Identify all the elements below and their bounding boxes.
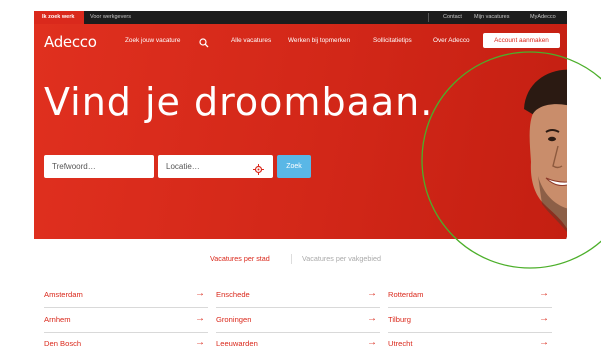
city-name: Groningen [216, 315, 252, 324]
arrow-right-icon: → [367, 337, 377, 348]
city-name: Tilburg [388, 315, 411, 324]
city-name: Utrecht [388, 339, 413, 348]
myadecco-link[interactable]: MyAdecco [530, 11, 556, 24]
tab-vacatures-per-stad[interactable]: Vacatures per stad [210, 254, 270, 263]
location-target-icon[interactable] [253, 161, 264, 175]
city-name: Arnhem [44, 315, 71, 324]
nav-application-tips[interactable]: Sollicitatietips [373, 37, 412, 44]
arrow-right-icon: → [539, 313, 549, 324]
arrow-right-icon: → [539, 288, 549, 299]
city-link-den-bosch[interactable]: Den Bosch → [44, 337, 208, 350]
city-name: Amsterdam [44, 290, 83, 299]
nav-top-brands[interactable]: Werken bij topmerken [288, 37, 350, 44]
city-link-amsterdam[interactable]: Amsterdam → [44, 288, 208, 308]
location-placeholder: Locatie… [166, 162, 200, 171]
tab-vacatures-per-vakgebied[interactable]: Vacatures per vakgebied [302, 254, 381, 263]
create-account-button[interactable]: Account aanmaken [483, 33, 560, 48]
location-input[interactable]: Locatie… [158, 155, 273, 178]
city-tabs: Vacatures per stad Vacatures per vakgebi… [0, 254, 601, 270]
nav-about-adecco[interactable]: Over Adecco [433, 37, 470, 44]
arrow-right-icon: → [195, 288, 205, 299]
keyword-input[interactable]: Trefwoord… [44, 155, 154, 178]
divider [428, 13, 429, 22]
arrow-right-icon: → [539, 337, 549, 348]
nav-all-vacancies[interactable]: Alle vacatures [231, 37, 271, 44]
tab-voor-werkgevers[interactable]: Voor werkgevers [90, 11, 131, 24]
city-link-groningen[interactable]: Groningen → [216, 313, 380, 333]
city-link-utrecht[interactable]: Utrecht → [388, 337, 552, 350]
city-name: Rotterdam [388, 290, 424, 299]
arrow-right-icon: → [195, 337, 205, 348]
city-link-arnhem[interactable]: Arnhem → [44, 313, 208, 333]
hero-person-image [524, 69, 567, 239]
utility-bar: Ik zoek werk Voor werkgevers Contact Mij… [34, 11, 567, 24]
tab-divider [291, 254, 292, 264]
hero-banner: Adecco Zoek jouw vacature Alle vacatures… [34, 24, 567, 239]
city-name: Den Bosch [44, 339, 82, 348]
adecco-logo[interactable]: Adecco [44, 33, 97, 51]
page-title: Vind je droombaan. [44, 80, 434, 124]
arrow-right-icon: → [367, 313, 377, 324]
city-link-tilburg[interactable]: Tilburg → [388, 313, 552, 333]
search-icon[interactable] [199, 35, 209, 48]
page: Ik zoek werk Voor werkgevers Contact Mij… [0, 0, 601, 350]
arrow-right-icon: → [367, 288, 377, 299]
city-link-rotterdam[interactable]: Rotterdam → [388, 288, 552, 308]
tab-ik-zoek-werk[interactable]: Ik zoek werk [34, 11, 84, 24]
my-vacancies-link[interactable]: Mijn vacatures [474, 11, 509, 24]
city-link-leeuwarden[interactable]: Leeuwarden → [216, 337, 380, 350]
search-vacancy-link[interactable]: Zoek jouw vacature [125, 37, 180, 44]
contact-link[interactable]: Contact [443, 11, 462, 24]
arrow-right-icon: → [195, 313, 205, 324]
city-name: Leeuwarden [216, 339, 258, 348]
city-link-enschede[interactable]: Enschede → [216, 288, 380, 308]
search-button[interactable]: Zoek [277, 155, 311, 178]
city-name: Enschede [216, 290, 250, 299]
